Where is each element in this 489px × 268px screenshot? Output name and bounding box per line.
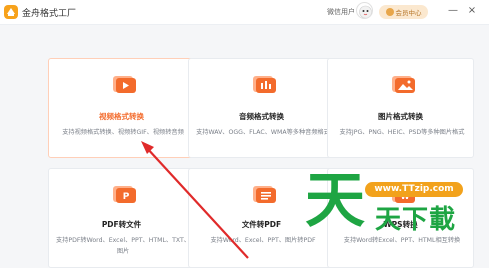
image-convert-icon: [392, 76, 415, 93]
pdf-to-file-icon: P: [113, 186, 136, 203]
card-description: 支持视频格式转换、视频转GIF、视频转音频: [62, 129, 184, 136]
file-to-pdf-icon: [253, 186, 276, 203]
watermark-text: 天下載: [375, 205, 457, 235]
card-title: PDF转文件: [101, 220, 142, 229]
watermark-url: www.TTzip.com: [365, 182, 463, 197]
card-description: 支持JPG、PNG、HEIC、PSD等多种图片格式: [339, 129, 465, 136]
vip-center-label: 会员中心: [395, 9, 422, 17]
svg-text:P: P: [123, 192, 130, 202]
avatar[interactable]: [356, 2, 373, 19]
app-logo-icon: [4, 5, 18, 19]
card-pdf-to-file[interactable]: P PDF转文件 支持PDF转Word、Excel、PPT、HTML、TXT、图…: [48, 168, 195, 268]
card-title: 图片格式转换: [378, 112, 423, 121]
card-title: 视频格式转换: [99, 112, 144, 121]
watermark-logo: 天: [305, 166, 365, 236]
close-button[interactable]: ×: [466, 5, 478, 17]
vip-center-button[interactable]: 会员中心: [379, 5, 428, 19]
title-bar: 金舟格式工厂 微信用户 会员中心 — ×: [0, 0, 489, 25]
app-title: 金舟格式工厂: [22, 9, 77, 19]
crown-icon: [385, 8, 394, 16]
card-description: 支持WAV、OGG、FLAC、WMA等多种音频格式: [196, 129, 330, 136]
audio-convert-icon: [253, 76, 276, 93]
video-convert-icon: [113, 76, 136, 93]
card-description: 支持Word、Excel、PPT、图片转PDF: [210, 237, 316, 244]
card-audio-convert[interactable]: 音频格式转换 支持WAV、OGG、FLAC、WMA等多种音频格式: [188, 58, 335, 158]
minimize-button[interactable]: —: [447, 5, 459, 17]
username-label[interactable]: 微信用户: [327, 7, 355, 17]
card-video-convert[interactable]: 视频格式转换 支持视频格式转换、视频转GIF、视频转音频: [48, 58, 195, 158]
card-description: 支持Word转Excel、PPT、HTML相互转换: [343, 237, 461, 244]
card-image-convert[interactable]: 图片格式转换 支持JPG、PNG、HEIC、PSD等多种图片格式: [327, 58, 474, 158]
card-description: 支持PDF转Word、Excel、PPT、HTML、TXT、图片: [56, 237, 190, 255]
card-title: 音频格式转换: [239, 112, 284, 121]
